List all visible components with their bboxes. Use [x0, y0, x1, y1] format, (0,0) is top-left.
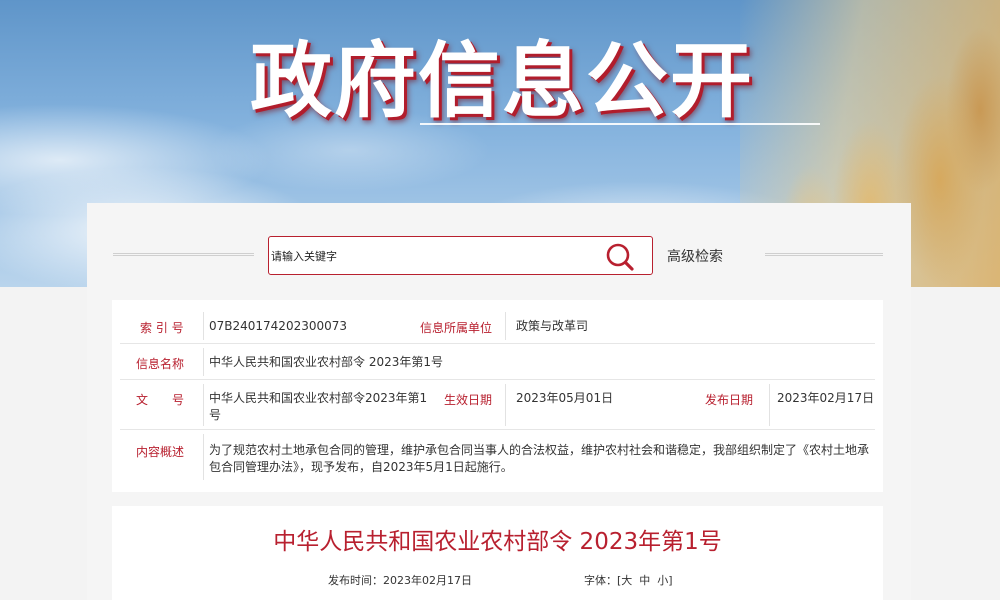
- font-size-selector: 字体：[大 中 小]: [584, 572, 673, 588]
- name-label: 信息名称: [136, 357, 185, 371]
- font-size-small-button[interactable]: 小: [657, 574, 668, 587]
- summary-value: 为了规范农村土地承包合同的管理，维护承包合同当事人的合法权益，维护农村社会和谐稳…: [209, 443, 870, 474]
- column-separator: [203, 434, 204, 480]
- info-row-index: 索 引 号 07B240174202300073 信息所属单位 政策与改革司: [120, 308, 875, 344]
- font-size-label: 字体：: [584, 574, 617, 587]
- publish-value: 2023年02月17日: [777, 391, 875, 405]
- font-size-large-button[interactable]: 大: [621, 574, 632, 587]
- banner-title: 政府信息公开: [250, 34, 755, 129]
- search-divider-left: [113, 253, 254, 256]
- main-container: 高级检索 索 引 号 07B240174202300073 信息所属单位 政策与…: [87, 203, 911, 600]
- doc-value: 中华人民共和国农业农村部令2023年第1号: [209, 391, 428, 422]
- index-value: 07B240174202300073: [209, 319, 348, 333]
- article-title: 中华人民共和国农业农村部令 2023年第1号: [273, 529, 722, 555]
- banner-divider: [420, 123, 820, 125]
- effective-value: 2023年05月01日: [516, 391, 614, 405]
- info-row-name: 信息名称 中华人民共和国农业农村部令 2023年第1号: [120, 344, 875, 380]
- column-separator: [505, 312, 506, 340]
- font-size-medium-button[interactable]: 中: [639, 574, 650, 587]
- index-label: 索 引 号: [140, 321, 184, 335]
- column-separator: [203, 312, 204, 340]
- column-separator: [203, 384, 204, 426]
- unit-label: 信息所属单位: [420, 321, 493, 335]
- publish-time-value: 2023年02月17日: [383, 574, 472, 587]
- unit-value: 政策与改革司: [516, 319, 589, 333]
- search-divider-right: [765, 253, 883, 256]
- column-separator: [769, 384, 770, 426]
- doc-label: 文 号: [136, 393, 185, 407]
- info-card: 索 引 号 07B240174202300073 信息所属单位 政策与改革司 信…: [112, 300, 883, 492]
- publish-time-label: 发布时间：: [328, 574, 383, 587]
- article-card: 中华人民共和国农业农村部令 2023年第1号 发布时间：2023年02月17日 …: [112, 506, 883, 600]
- summary-label: 内容概述: [136, 445, 185, 459]
- info-row-summary: 内容概述 为了规范农村土地承包合同的管理，维护承包合同当事人的合法权益，维护农村…: [120, 430, 875, 486]
- publish-time: 发布时间：2023年02月17日: [328, 572, 472, 588]
- name-value: 中华人民共和国农业农村部令 2023年第1号: [209, 355, 443, 369]
- bracket-close: ]: [668, 574, 673, 587]
- info-row-doc: 文 号 中华人民共和国农业农村部令2023年第1号 生效日期 2023年05月0…: [120, 380, 875, 430]
- search-icon[interactable]: [604, 241, 636, 273]
- advanced-search-link[interactable]: 高级检索: [667, 246, 723, 266]
- column-separator: [505, 384, 506, 426]
- search-row: 高级检索: [87, 203, 911, 301]
- search-input[interactable]: [271, 243, 591, 269]
- search-box[interactable]: [268, 236, 653, 275]
- column-separator: [203, 348, 204, 376]
- effective-label: 生效日期: [444, 393, 493, 407]
- publish-label: 发布日期: [705, 393, 754, 407]
